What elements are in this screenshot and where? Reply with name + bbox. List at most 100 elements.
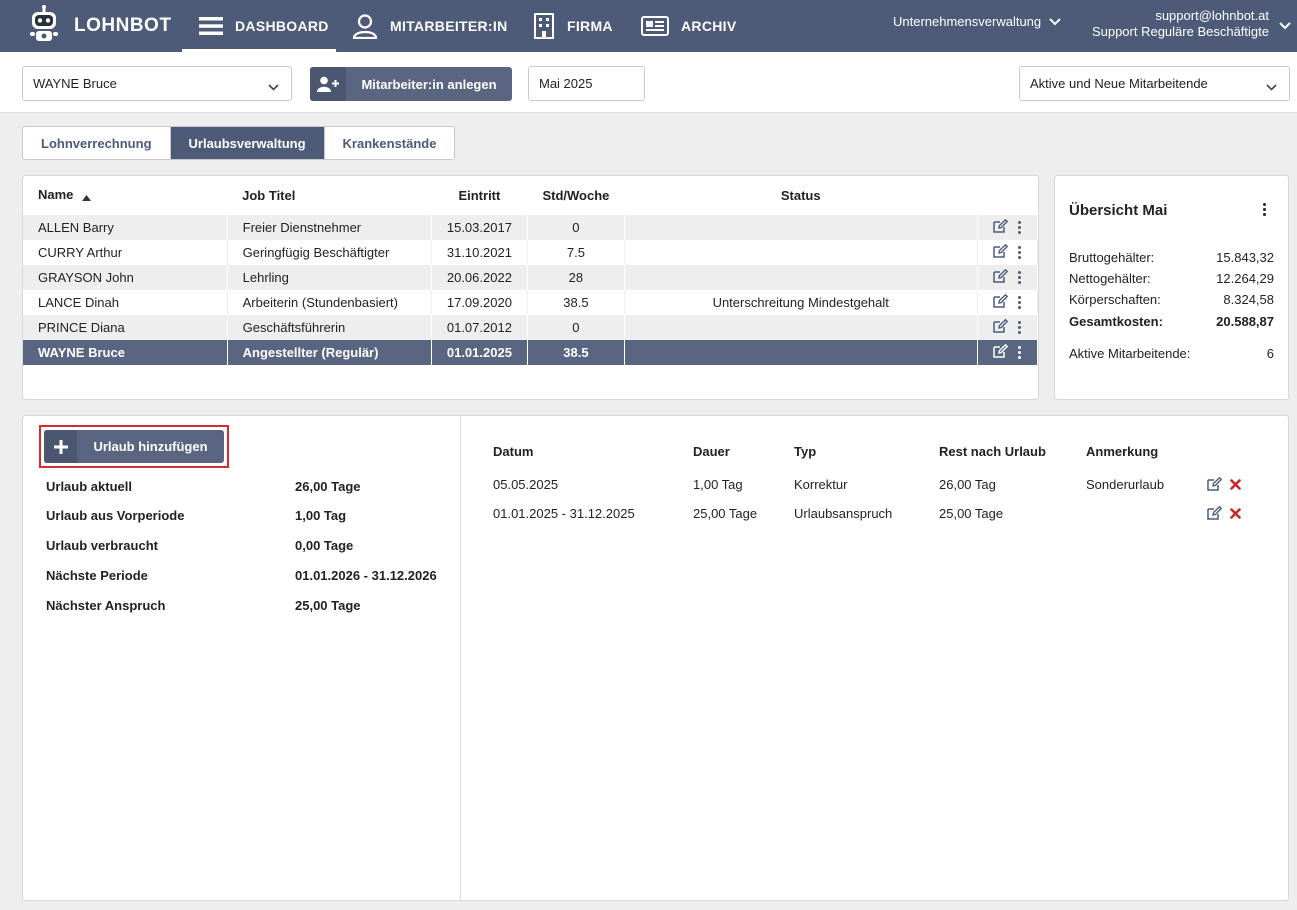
- edit-icon[interactable]: [1207, 476, 1223, 494]
- entry-date: 01.01.2025 - 31.12.2025: [493, 506, 635, 521]
- employee-table: Name Job Titel Eintritt Std/Woche Status…: [23, 176, 1039, 365]
- column-header-status[interactable]: Status: [624, 176, 977, 215]
- summary-value: 25,00 Tage: [295, 598, 361, 613]
- cell-eintritt: 31.10.2021: [431, 240, 528, 265]
- more-vertical-icon[interactable]: [1018, 346, 1022, 359]
- add-employee-button[interactable]: Mitarbeiter:in anlegen: [310, 67, 512, 101]
- cell-name: ALLEN Barry: [23, 215, 228, 240]
- edit-icon[interactable]: [993, 318, 1009, 336]
- employee-select-value: WAYNE Bruce: [33, 76, 117, 91]
- overview-corp: Körperschaften: 8.324,58: [1069, 292, 1274, 307]
- overview-corp-label: Körperschaften:: [1069, 292, 1161, 307]
- cell-name: GRAYSON John: [23, 265, 228, 290]
- entry-actions: [1207, 505, 1241, 523]
- entry-actions: [1207, 476, 1241, 494]
- nav-firma[interactable]: FIRMA: [533, 0, 613, 52]
- nav-archiv-label: ARCHIV: [681, 18, 737, 34]
- more-vertical-icon[interactable]: [1018, 321, 1022, 334]
- company-switcher[interactable]: Unternehmensverwaltung: [893, 14, 1061, 29]
- nav-archiv[interactable]: ARCHIV: [641, 0, 736, 52]
- nav-mitarbeiter[interactable]: MITARBEITER:IN: [352, 0, 508, 52]
- entry-note: Sonderurlaub: [1086, 477, 1165, 492]
- brand-name: LOHNBOT: [74, 15, 172, 36]
- hamburger-icon: [199, 16, 223, 36]
- employee-select[interactable]: WAYNE Bruce: [22, 66, 292, 101]
- cell-status: Unterschreitung Mindestgehalt: [624, 290, 978, 315]
- cell-job: Angestellter (Regulär): [227, 340, 432, 365]
- cell-name: PRINCE Diana: [23, 315, 228, 340]
- tab-krankenstaende[interactable]: Krankenstände: [325, 127, 455, 159]
- table-row[interactable]: PRINCE Diana Geschäftsführerin 01.07.201…: [23, 315, 1039, 340]
- overview-net: Nettogehälter: 12.264,29: [1069, 271, 1274, 286]
- filter-select-value: Aktive und Neue Mitarbeitende: [1030, 76, 1208, 91]
- plus-icon: [44, 430, 77, 463]
- chevron-down-icon: [1266, 79, 1277, 94]
- cell-eintritt: 17.09.2020: [431, 290, 528, 315]
- cell-status: [624, 315, 978, 340]
- table-row[interactable]: LANCE Dinah Arbeiterin (Stundenbasiert) …: [23, 290, 1039, 315]
- column-header-job[interactable]: Job Titel: [227, 176, 431, 215]
- more-vertical-icon[interactable]: [1018, 296, 1022, 309]
- table-row-selected[interactable]: WAYNE Bruce Angestellter (Regulär) 01.01…: [23, 340, 1039, 365]
- more-vertical-icon[interactable]: [1018, 246, 1022, 259]
- cell-job: Geringfügig Beschäftigter: [227, 240, 432, 265]
- edit-icon[interactable]: [993, 268, 1009, 286]
- table-row[interactable]: ALLEN Barry Freier Dienstnehmer 15.03.20…: [23, 215, 1039, 240]
- overview-total-label: Gesamtkosten:: [1069, 314, 1163, 329]
- cell-hours: 38.5: [527, 340, 625, 365]
- month-picker[interactable]: Mai 2025: [528, 66, 645, 101]
- nav-dashboard[interactable]: DASHBOARD: [182, 0, 336, 52]
- edit-icon[interactable]: [993, 243, 1009, 261]
- summary-value: 01.01.2026 - 31.12.2026: [295, 568, 437, 583]
- overview-net-value: 12.264,29: [1216, 271, 1274, 286]
- column-header-dauer: Dauer: [693, 444, 730, 459]
- edit-icon[interactable]: [993, 293, 1009, 311]
- overview-gross-value: 15.843,32: [1216, 250, 1274, 265]
- edit-icon[interactable]: [993, 218, 1009, 236]
- row-actions: [977, 340, 1039, 365]
- cell-hours: 7.5: [527, 240, 625, 265]
- table-row[interactable]: CURRY Arthur Geringfügig Beschäftigter 3…: [23, 240, 1039, 265]
- chevron-down-icon: [1279, 18, 1291, 34]
- month-value: Mai 2025: [539, 76, 593, 91]
- overview-panel: Übersicht Mai Bruttogehälter: 15.843,32 …: [1054, 175, 1289, 400]
- tab-lohnverrechnung[interactable]: Lohnverrechnung: [23, 127, 171, 159]
- cell-job: Arbeiterin (Stundenbasiert): [227, 290, 432, 315]
- add-vacation-label: Urlaub hinzufügen: [93, 439, 208, 454]
- column-header-name[interactable]: Name: [23, 176, 227, 215]
- account-menu[interactable]: support@lohnbot.at Support Reguläre Besc…: [1091, 8, 1291, 40]
- more-vertical-icon[interactable]: [1018, 271, 1022, 284]
- table-row[interactable]: GRAYSON John Lehrling 20.06.2022 28: [23, 265, 1039, 290]
- chevron-down-icon: [268, 79, 279, 94]
- account-role: Support Reguläre Beschäftigte: [1091, 24, 1269, 39]
- cell-eintritt: 20.06.2022: [431, 265, 528, 290]
- robot-logo-icon: [28, 4, 60, 48]
- cell-name: WAYNE Bruce: [23, 340, 228, 365]
- entry-duration: 25,00 Tage: [693, 506, 758, 521]
- cell-name: CURRY Arthur: [23, 240, 228, 265]
- column-header-datum: Datum: [493, 444, 534, 459]
- summary-label: Nächster Anspruch: [46, 598, 166, 613]
- entry-date: 05.05.2025: [493, 477, 559, 492]
- cell-hours: 0: [527, 215, 625, 240]
- newspaper-icon: [641, 16, 669, 36]
- summary-label: Nächste Periode: [46, 568, 148, 583]
- delete-icon[interactable]: [1230, 507, 1241, 522]
- brand[interactable]: LOHNBOT: [28, 0, 171, 52]
- column-header-hours[interactable]: Std/Woche: [527, 176, 624, 215]
- cell-status: [624, 215, 978, 240]
- building-icon: [533, 13, 555, 39]
- column-header-name-label: Name: [38, 187, 74, 203]
- column-header-eintritt[interactable]: Eintritt: [431, 176, 527, 215]
- add-vacation-button[interactable]: Urlaub hinzufügen: [44, 430, 224, 463]
- edit-icon[interactable]: [1207, 505, 1223, 523]
- row-actions: [977, 215, 1039, 240]
- filter-select[interactable]: Aktive und Neue Mitarbeitende: [1019, 66, 1290, 101]
- delete-icon[interactable]: [1230, 478, 1241, 493]
- cell-status: [624, 340, 978, 365]
- more-vertical-icon[interactable]: [1263, 203, 1266, 216]
- tab-urlaubsverwaltung[interactable]: Urlaubsverwaltung: [170, 127, 325, 159]
- nav-firma-label: FIRMA: [567, 18, 613, 34]
- more-vertical-icon[interactable]: [1018, 221, 1022, 234]
- edit-icon[interactable]: [993, 343, 1009, 361]
